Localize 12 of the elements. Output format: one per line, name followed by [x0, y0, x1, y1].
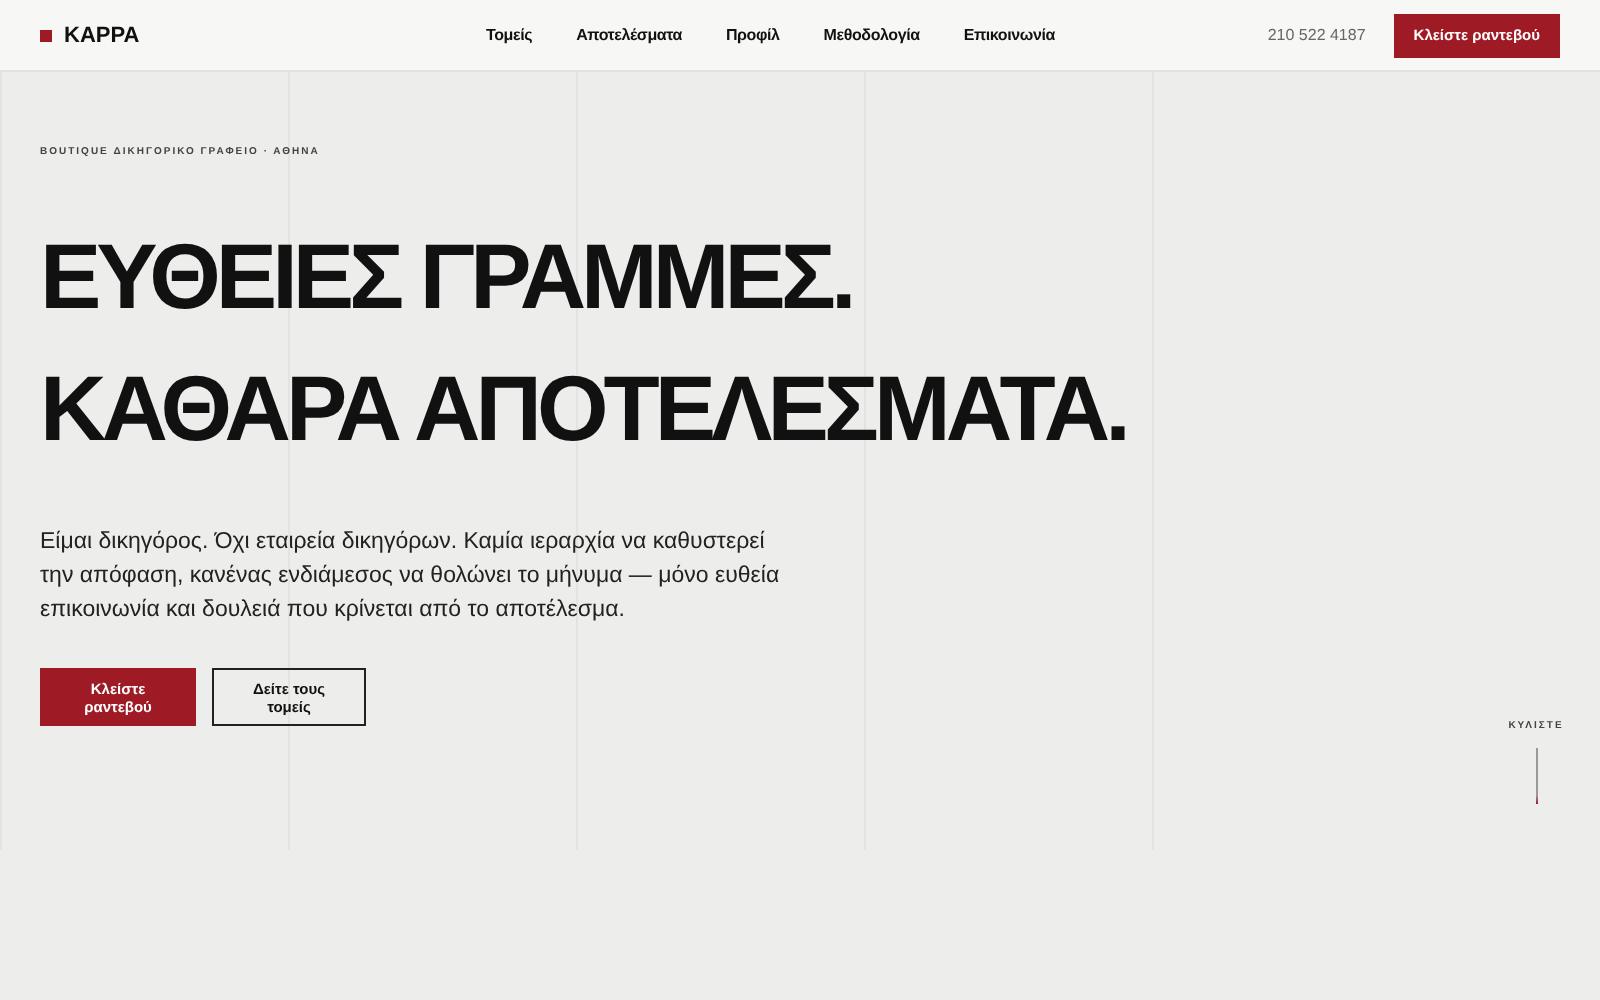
phone-number: 210 522 4187	[1267, 26, 1366, 44]
nav-link[interactable]: Τομείς	[486, 26, 533, 44]
nav-link[interactable]: Αποτελέσματα	[576, 26, 682, 44]
logo-square-icon	[40, 29, 52, 41]
scroll-line-icon	[1535, 748, 1537, 804]
nav-link[interactable]: Επικοινωνία	[963, 26, 1055, 44]
lead-paragraph: Είμαι δικηγόρος. Όχι εταιρεία δικηγόρων. Καμία ιεραρχία να καθυστερεί την απόφαση, κανένας ενδιάμεσος να θολώνει το μήνυμα — μόνο ευθεία επικοινωνία και δουλειά που κρίνεται από το αποτέλεσμα.	[40, 528, 780, 626]
logo-text[interactable]: KAPPA	[64, 23, 140, 47]
nav-link[interactable]: Μεθοδολογία	[823, 26, 920, 44]
nav-link[interactable]: Προφίλ	[725, 26, 780, 44]
headline-line: ΕΥΘΕΙΕΣ ΓΡΑΜΜΕΣ.	[40, 222, 852, 332]
headline-line: ΚΑΘΑΡΑ ΑΠΟΤΕΛΕΣΜΑΤΑ.	[40, 354, 1126, 464]
